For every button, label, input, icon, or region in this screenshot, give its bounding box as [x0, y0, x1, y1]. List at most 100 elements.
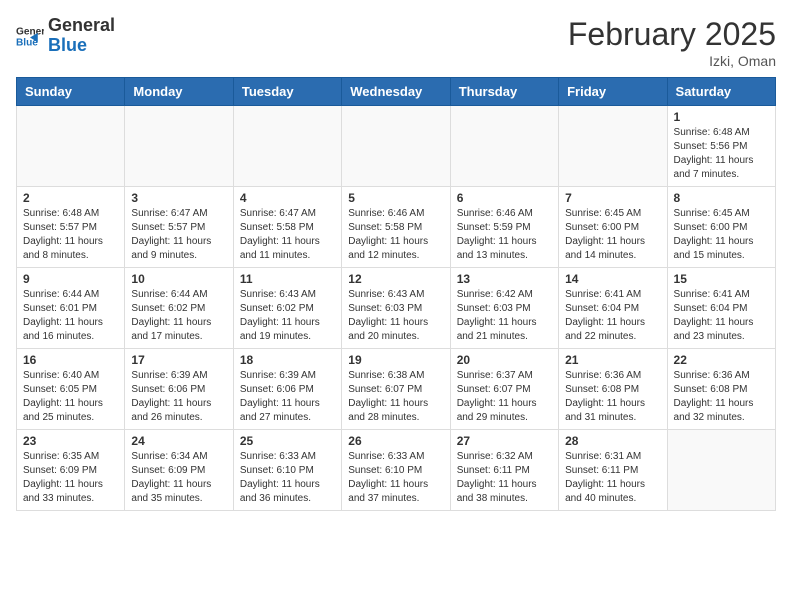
day-cell: 22 Sunrise: 6:36 AM Sunset: 6:08 PM Dayli…: [667, 349, 775, 430]
day-info: Sunrise: 6:31 AM Sunset: 6:11 PM Dayligh…: [565, 450, 660, 506]
day-cell: [17, 106, 125, 187]
day-cell: 4 Sunrise: 6:47 AM Sunset: 5:58 PM Daylig…: [233, 187, 341, 268]
day-info: Sunrise: 6:45 AM Sunset: 6:00 PM Dayligh…: [565, 207, 660, 263]
calendar-subtitle: Izki, Oman: [568, 53, 776, 69]
weekday-header-friday: Friday: [559, 78, 667, 106]
day-info: Sunrise: 6:41 AM Sunset: 6:04 PM Dayligh…: [565, 288, 660, 344]
day-number: 1: [674, 110, 769, 124]
day-number: 11: [240, 272, 335, 286]
week-row-2: 2 Sunrise: 6:48 AM Sunset: 5:57 PM Daylig…: [17, 187, 776, 268]
day-cell: [233, 106, 341, 187]
day-cell: 20 Sunrise: 6:37 AM Sunset: 6:07 PM Dayli…: [450, 349, 558, 430]
day-info: Sunrise: 6:33 AM Sunset: 6:10 PM Dayligh…: [240, 450, 335, 506]
day-info: Sunrise: 6:39 AM Sunset: 6:06 PM Dayligh…: [240, 369, 335, 425]
day-info: Sunrise: 6:37 AM Sunset: 6:07 PM Dayligh…: [457, 369, 552, 425]
logo-general: General: [48, 16, 115, 36]
day-cell: 21 Sunrise: 6:36 AM Sunset: 6:08 PM Dayli…: [559, 349, 667, 430]
day-info: Sunrise: 6:34 AM Sunset: 6:09 PM Dayligh…: [131, 450, 226, 506]
day-number: 2: [23, 191, 118, 205]
day-number: 12: [348, 272, 443, 286]
day-number: 21: [565, 353, 660, 367]
day-cell: 2 Sunrise: 6:48 AM Sunset: 5:57 PM Daylig…: [17, 187, 125, 268]
day-info: Sunrise: 6:47 AM Sunset: 5:58 PM Dayligh…: [240, 207, 335, 263]
day-info: Sunrise: 6:38 AM Sunset: 6:07 PM Dayligh…: [348, 369, 443, 425]
svg-text:General: General: [16, 26, 44, 37]
weekday-header-row: SundayMondayTuesdayWednesdayThursdayFrid…: [17, 78, 776, 106]
week-row-5: 23Sunrise: 6:35 AM Sunset: 6:09 PM Dayli…: [17, 430, 776, 511]
day-cell: [342, 106, 450, 187]
day-cell: 5 Sunrise: 6:46 AM Sunset: 5:58 PM Daylig…: [342, 187, 450, 268]
day-number: 24: [131, 434, 226, 448]
weekday-header-sunday: Sunday: [17, 78, 125, 106]
day-number: 4: [240, 191, 335, 205]
day-cell: 19 Sunrise: 6:38 AM Sunset: 6:07 PM Dayli…: [342, 349, 450, 430]
week-row-1: 1 Sunrise: 6:48 AM Sunset: 5:56 PM Daylig…: [17, 106, 776, 187]
day-cell: 23Sunrise: 6:35 AM Sunset: 6:09 PM Dayli…: [17, 430, 125, 511]
calendar-title: February 2025: [568, 16, 776, 53]
day-number: 17: [131, 353, 226, 367]
day-cell: 24 Sunrise: 6:34 AM Sunset: 6:09 PM Dayli…: [125, 430, 233, 511]
day-number: 9: [23, 272, 118, 286]
calendar-table: SundayMondayTuesdayWednesdayThursdayFrid…: [16, 77, 776, 511]
weekday-header-thursday: Thursday: [450, 78, 558, 106]
day-info: Sunrise: 6:46 AM Sunset: 5:59 PM Dayligh…: [457, 207, 552, 263]
day-number: 10: [131, 272, 226, 286]
day-cell: 6 Sunrise: 6:46 AM Sunset: 5:59 PM Daylig…: [450, 187, 558, 268]
day-number: 7: [565, 191, 660, 205]
day-number: 20: [457, 353, 552, 367]
day-cell: 12Sunrise: 6:43 AM Sunset: 6:03 PM Dayli…: [342, 268, 450, 349]
day-cell: 8 Sunrise: 6:45 AM Sunset: 6:00 PM Daylig…: [667, 187, 775, 268]
day-info: Sunrise: 6:45 AM Sunset: 6:00 PM Dayligh…: [674, 207, 769, 263]
day-info: Sunrise: 6:44 AM Sunset: 6:02 PM Dayligh…: [131, 288, 226, 344]
day-number: 22: [674, 353, 769, 367]
day-info: Sunrise: 6:48 AM Sunset: 5:57 PM Dayligh…: [23, 207, 118, 263]
week-row-3: 9Sunrise: 6:44 AM Sunset: 6:01 PM Daylig…: [17, 268, 776, 349]
day-cell: 9Sunrise: 6:44 AM Sunset: 6:01 PM Daylig…: [17, 268, 125, 349]
day-info: Sunrise: 6:41 AM Sunset: 6:04 PM Dayligh…: [674, 288, 769, 344]
day-info: Sunrise: 6:43 AM Sunset: 6:02 PM Dayligh…: [240, 288, 335, 344]
day-info: Sunrise: 6:35 AM Sunset: 6:09 PM Dayligh…: [23, 450, 118, 506]
weekday-header-tuesday: Tuesday: [233, 78, 341, 106]
day-cell: 3 Sunrise: 6:47 AM Sunset: 5:57 PM Daylig…: [125, 187, 233, 268]
day-info: Sunrise: 6:36 AM Sunset: 6:08 PM Dayligh…: [565, 369, 660, 425]
week-row-4: 16 Sunrise: 6:40 AM Sunset: 6:05 PM Dayli…: [17, 349, 776, 430]
day-info: Sunrise: 6:40 AM Sunset: 6:05 PM Dayligh…: [23, 369, 118, 425]
day-cell: [450, 106, 558, 187]
day-number: 19: [348, 353, 443, 367]
day-cell: 13 Sunrise: 6:42 AM Sunset: 6:03 PM Dayli…: [450, 268, 558, 349]
day-number: 5: [348, 191, 443, 205]
day-info: Sunrise: 6:46 AM Sunset: 5:58 PM Dayligh…: [348, 207, 443, 263]
svg-text:Blue: Blue: [16, 37, 38, 48]
day-number: 25: [240, 434, 335, 448]
day-number: 14: [565, 272, 660, 286]
day-info: Sunrise: 6:32 AM Sunset: 6:11 PM Dayligh…: [457, 450, 552, 506]
day-number: 16: [23, 353, 118, 367]
day-number: 13: [457, 272, 552, 286]
title-block: February 2025 Izki, Oman: [568, 16, 776, 69]
day-info: Sunrise: 6:36 AM Sunset: 6:08 PM Dayligh…: [674, 369, 769, 425]
day-info: Sunrise: 6:48 AM Sunset: 5:56 PM Dayligh…: [674, 126, 769, 182]
day-cell: 10 Sunrise: 6:44 AM Sunset: 6:02 PM Dayli…: [125, 268, 233, 349]
day-number: 8: [674, 191, 769, 205]
day-info: Sunrise: 6:33 AM Sunset: 6:10 PM Dayligh…: [348, 450, 443, 506]
day-number: 6: [457, 191, 552, 205]
day-number: 26: [348, 434, 443, 448]
day-cell: [559, 106, 667, 187]
day-info: Sunrise: 6:39 AM Sunset: 6:06 PM Dayligh…: [131, 369, 226, 425]
logo-icon: General Blue: [16, 22, 44, 50]
day-cell: 18Sunrise: 6:39 AM Sunset: 6:06 PM Dayli…: [233, 349, 341, 430]
logo: General Blue General Blue: [16, 16, 115, 56]
day-number: 27: [457, 434, 552, 448]
day-cell: 28 Sunrise: 6:31 AM Sunset: 6:11 PM Dayli…: [559, 430, 667, 511]
weekday-header-saturday: Saturday: [667, 78, 775, 106]
day-cell: 11 Sunrise: 6:43 AM Sunset: 6:02 PM Dayli…: [233, 268, 341, 349]
day-cell: 1 Sunrise: 6:48 AM Sunset: 5:56 PM Daylig…: [667, 106, 775, 187]
day-cell: 16 Sunrise: 6:40 AM Sunset: 6:05 PM Dayli…: [17, 349, 125, 430]
day-info: Sunrise: 6:42 AM Sunset: 6:03 PM Dayligh…: [457, 288, 552, 344]
logo-blue: Blue: [48, 36, 115, 56]
day-cell: 25 Sunrise: 6:33 AM Sunset: 6:10 PM Dayli…: [233, 430, 341, 511]
day-number: 3: [131, 191, 226, 205]
day-number: 28: [565, 434, 660, 448]
day-cell: 27 Sunrise: 6:32 AM Sunset: 6:11 PM Dayli…: [450, 430, 558, 511]
day-info: Sunrise: 6:47 AM Sunset: 5:57 PM Dayligh…: [131, 207, 226, 263]
